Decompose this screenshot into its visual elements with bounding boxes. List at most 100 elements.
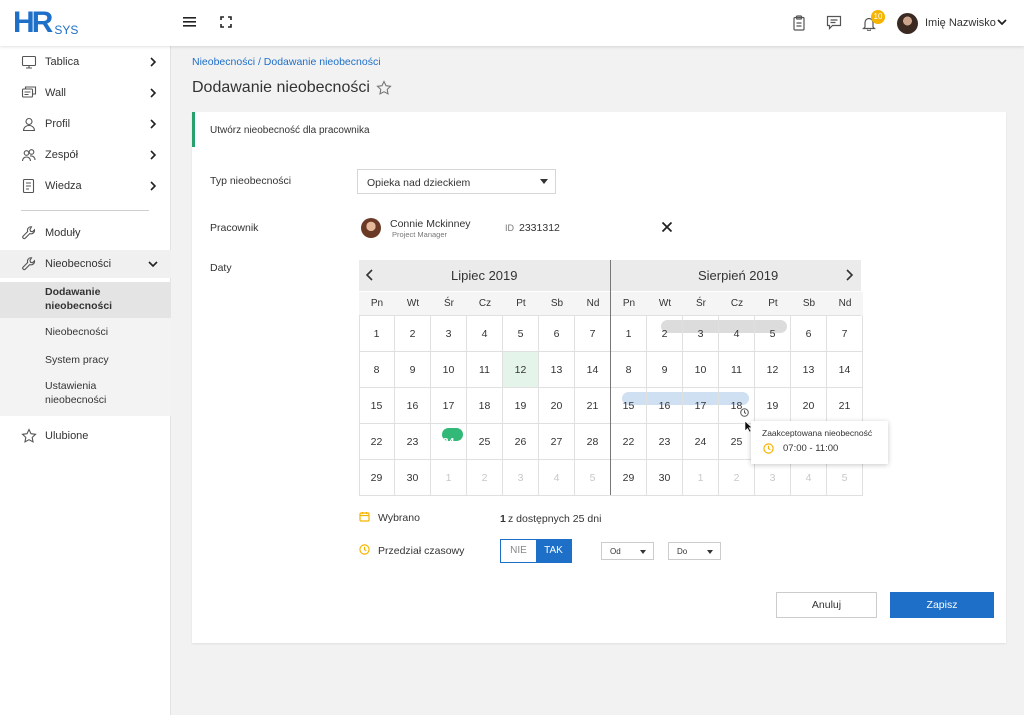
calendar-day[interactable]: 2 [395, 316, 431, 352]
calendar-day[interactable]: 19 [755, 388, 791, 424]
toggle-yes[interactable]: TAK [536, 540, 571, 562]
calendar-day[interactable]: 27 [539, 424, 575, 460]
absence-type-select[interactable]: Opieka nad dzieckiem [357, 169, 556, 194]
submenu-item-dodawanie[interactable]: Dodawanie nieobecności [0, 282, 171, 318]
calendar-day[interactable]: 23 [395, 424, 431, 460]
calendar-day[interactable]: 7 [827, 316, 863, 352]
calendar-day[interactable]: 24 [683, 424, 719, 460]
calendar-day[interactable]: 6 [791, 316, 827, 352]
calendar-day[interactable]: 22 [359, 424, 395, 460]
calendar-day[interactable]: 12 [503, 352, 539, 388]
sidebar-item-tablica[interactable]: Tablica [0, 48, 171, 76]
calendar-day[interactable]: 23 [647, 424, 683, 460]
submenu-item-system-pracy[interactable]: System pracy [0, 348, 171, 374]
calendar-day[interactable]: 29 [359, 460, 395, 496]
logo[interactable]: HR SYS [13, 8, 78, 38]
calendar-day[interactable]: 17 [431, 388, 467, 424]
save-button[interactable]: Zapisz [890, 592, 994, 618]
calendar-day[interactable]: 9 [395, 352, 431, 388]
calendar-day[interactable]: 13 [539, 352, 575, 388]
calendar-day[interactable]: 19 [503, 388, 539, 424]
sidebar-item-zespol[interactable]: Zespół [0, 141, 171, 169]
close-icon[interactable] [661, 221, 673, 233]
chevron-right-icon [150, 181, 157, 191]
sidebar-item-wiedza[interactable]: Wiedza [0, 172, 171, 200]
breadcrumb[interactable]: Nieobecności / Dodawanie nieobecności [192, 56, 381, 68]
calendar-day[interactable]: 11 [467, 352, 503, 388]
cancel-button[interactable]: Anuluj [776, 592, 877, 618]
calendar-day[interactable]: 16 [395, 388, 431, 424]
calendar-day[interactable]: 4 [467, 316, 503, 352]
prev-month-icon[interactable] [365, 269, 375, 281]
favorite-star-icon[interactable] [376, 80, 392, 96]
calendar-day[interactable]: 20 [539, 388, 575, 424]
tooltip-time: 07:00 - 11:00 [783, 443, 839, 454]
selected-label: Wybrano [378, 512, 420, 524]
menu-icon[interactable] [183, 16, 197, 28]
user-name[interactable]: Imię Nazwisko [925, 17, 996, 29]
calendar-day[interactable]: 15 [611, 388, 647, 424]
sidebar-item-moduly[interactable]: Moduły [0, 219, 171, 247]
submenu-item-ustawienia[interactable]: Ustawienia nieobecności [0, 376, 171, 412]
dates-label: Daty [210, 262, 232, 274]
calendar-day[interactable]: 13 [791, 352, 827, 388]
submenu-item-nieobecnosci[interactable]: Nieobecności [0, 320, 171, 346]
calendar-day[interactable]: 21 [827, 388, 863, 424]
calendar-day[interactable]: 21 [575, 388, 611, 424]
avatar[interactable] [897, 13, 918, 34]
sidebar-item-nieobecnosci[interactable]: Nieobecności [0, 250, 171, 278]
time-range-toggle[interactable]: NIE TAK [500, 539, 572, 563]
calendar-day[interactable]: 5 [755, 316, 791, 352]
time-from-select[interactable]: Od [601, 542, 654, 560]
calendar-day[interactable]: 30 [395, 460, 431, 496]
calendar-day[interactable]: 5 [503, 316, 539, 352]
calendar-day[interactable]: 10 [683, 352, 719, 388]
calendar-day[interactable]: 12 [755, 352, 791, 388]
sidebar-item-label: Nieobecności [45, 258, 112, 270]
next-month-icon[interactable] [844, 269, 854, 281]
time-to-select[interactable]: Do [668, 542, 721, 560]
sidebar-item-profil[interactable]: Profil [0, 110, 171, 138]
calendar-day[interactable]: 3 [683, 316, 719, 352]
calendar-day[interactable]: 30 [647, 460, 683, 496]
clipboard-icon[interactable] [792, 15, 806, 31]
sidebar-item-wall[interactable]: Wall [0, 79, 171, 107]
calendar-day[interactable]: 16 [647, 388, 683, 424]
calendar-day[interactable]: 14 [575, 352, 611, 388]
calendar-day[interactable]: 11 [719, 352, 755, 388]
calendar-day[interactable]: 8 [359, 352, 395, 388]
calendar-day[interactable]: 25 [467, 424, 503, 460]
calendar-day[interactable]: 1 [611, 316, 647, 352]
fullscreen-icon[interactable] [220, 16, 232, 28]
calendar-day[interactable]: 22 [611, 424, 647, 460]
chevron-down-icon[interactable] [997, 19, 1007, 26]
sidebar-item-ulubione[interactable]: Ulubione [0, 422, 171, 450]
calendar-day[interactable]: 20 [791, 388, 827, 424]
calendar-day[interactable]: 14 [827, 352, 863, 388]
calendar-day[interactable]: 24 [431, 424, 467, 460]
toggle-no[interactable]: NIE [501, 540, 536, 562]
messages-icon[interactable] [826, 15, 842, 30]
calendar-day[interactable]: 17 [683, 388, 719, 424]
calendar-day[interactable]: 15 [359, 388, 395, 424]
weekday-header: Śr [683, 292, 719, 316]
calendar-day[interactable]: 3 [431, 316, 467, 352]
calendar-day[interactable]: 18 [719, 388, 755, 424]
calendar-day[interactable]: 29 [611, 460, 647, 496]
weekday-header: Wt [395, 292, 431, 316]
calendar-day[interactable]: 10 [431, 352, 467, 388]
calendar-day[interactable]: 4 [719, 316, 755, 352]
calendar-day[interactable]: 7 [575, 316, 611, 352]
weekday-header: Śr [431, 292, 467, 316]
calendar-day[interactable]: 18 [467, 388, 503, 424]
calendar-day[interactable]: 28 [575, 424, 611, 460]
wrench-icon [22, 226, 36, 240]
calendar-day[interactable]: 6 [539, 316, 575, 352]
calendar-day[interactable]: 9 [647, 352, 683, 388]
calendar-day[interactable]: 2 [647, 316, 683, 352]
calendar-day[interactable]: 26 [503, 424, 539, 460]
weekday-header: Sb [791, 292, 827, 316]
employee-name: Connie Mckinney [390, 218, 471, 230]
calendar-day[interactable]: 8 [611, 352, 647, 388]
calendar-day[interactable]: 1 [359, 316, 395, 352]
